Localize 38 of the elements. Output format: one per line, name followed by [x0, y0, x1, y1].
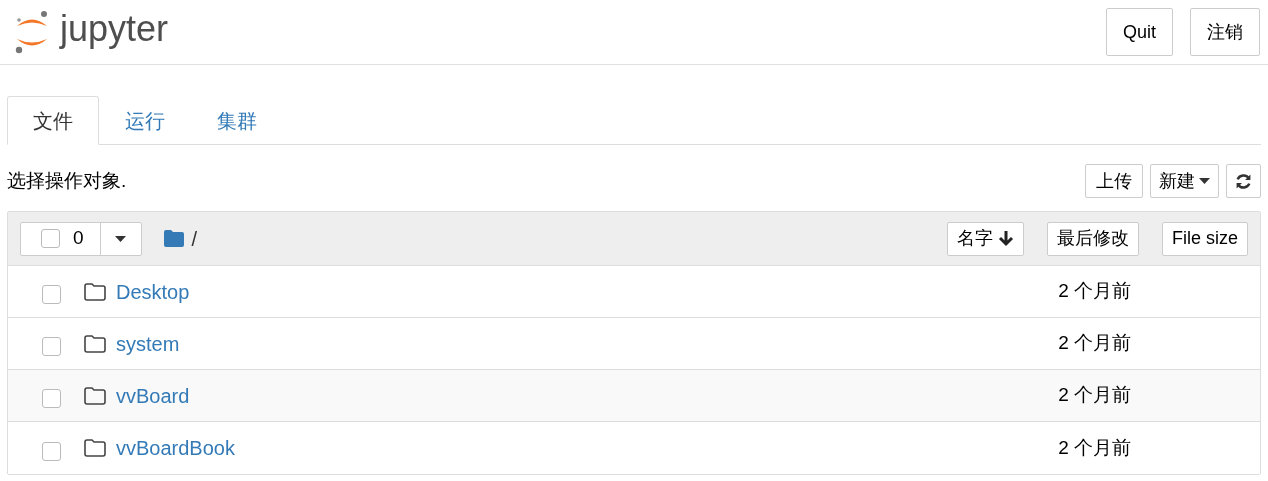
sort-button[interactable]: File size — [1162, 221, 1248, 256]
refresh-icon — [1235, 172, 1252, 190]
checkbox[interactable] — [42, 441, 61, 461]
file-row[interactable]: vvBoard 2 个月前 — [8, 370, 1260, 422]
tab[interactable]: 集群 — [191, 96, 283, 145]
sort-button[interactable]: 名字 — [947, 221, 1024, 256]
folder-icon — [84, 439, 106, 457]
file-link[interactable]: vvBoardBook — [116, 433, 235, 463]
file-link[interactable]: Desktop — [116, 276, 190, 307]
tab[interactable]: 文件 — [7, 96, 99, 145]
checkbox[interactable] — [42, 285, 61, 304]
refresh-button[interactable] — [1226, 164, 1261, 198]
modified-time: 2 个月前 — [1058, 435, 1131, 460]
checkbox[interactable] — [41, 229, 60, 248]
tab[interactable]: 运行 — [99, 96, 191, 145]
selection-hint: 选择操作对象. — [7, 168, 127, 193]
new-button[interactable]: 新建 — [1150, 164, 1219, 198]
upload-button[interactable]: 上传 — [1085, 164, 1143, 198]
modified-time: 2 个月前 — [1058, 279, 1131, 304]
modified-time: 2 个月前 — [1058, 331, 1131, 356]
folder-icon — [163, 230, 184, 247]
sort-button[interactable]: 最后修改 — [1047, 221, 1139, 256]
modified-time: 2 个月前 — [1058, 383, 1131, 408]
selected-count: 0 — [73, 226, 84, 251]
logo-icon — [14, 9, 50, 55]
header-button[interactable]: 注销 — [1190, 8, 1260, 56]
header-button[interactable]: Quit — [1106, 8, 1173, 56]
folder-icon — [84, 386, 106, 405]
breadcrumb-path[interactable]: / — [191, 223, 198, 254]
caret-icon — [1199, 178, 1210, 184]
checkbox[interactable] — [42, 337, 61, 356]
file-link[interactable]: vvBoard — [116, 380, 190, 411]
caret-icon — [115, 235, 127, 242]
folder-icon — [84, 282, 106, 301]
file-link[interactable]: system — [116, 328, 180, 359]
logo-text: jupyter — [60, 11, 169, 47]
folder-icon — [84, 334, 106, 353]
checkbox[interactable] — [42, 389, 61, 408]
